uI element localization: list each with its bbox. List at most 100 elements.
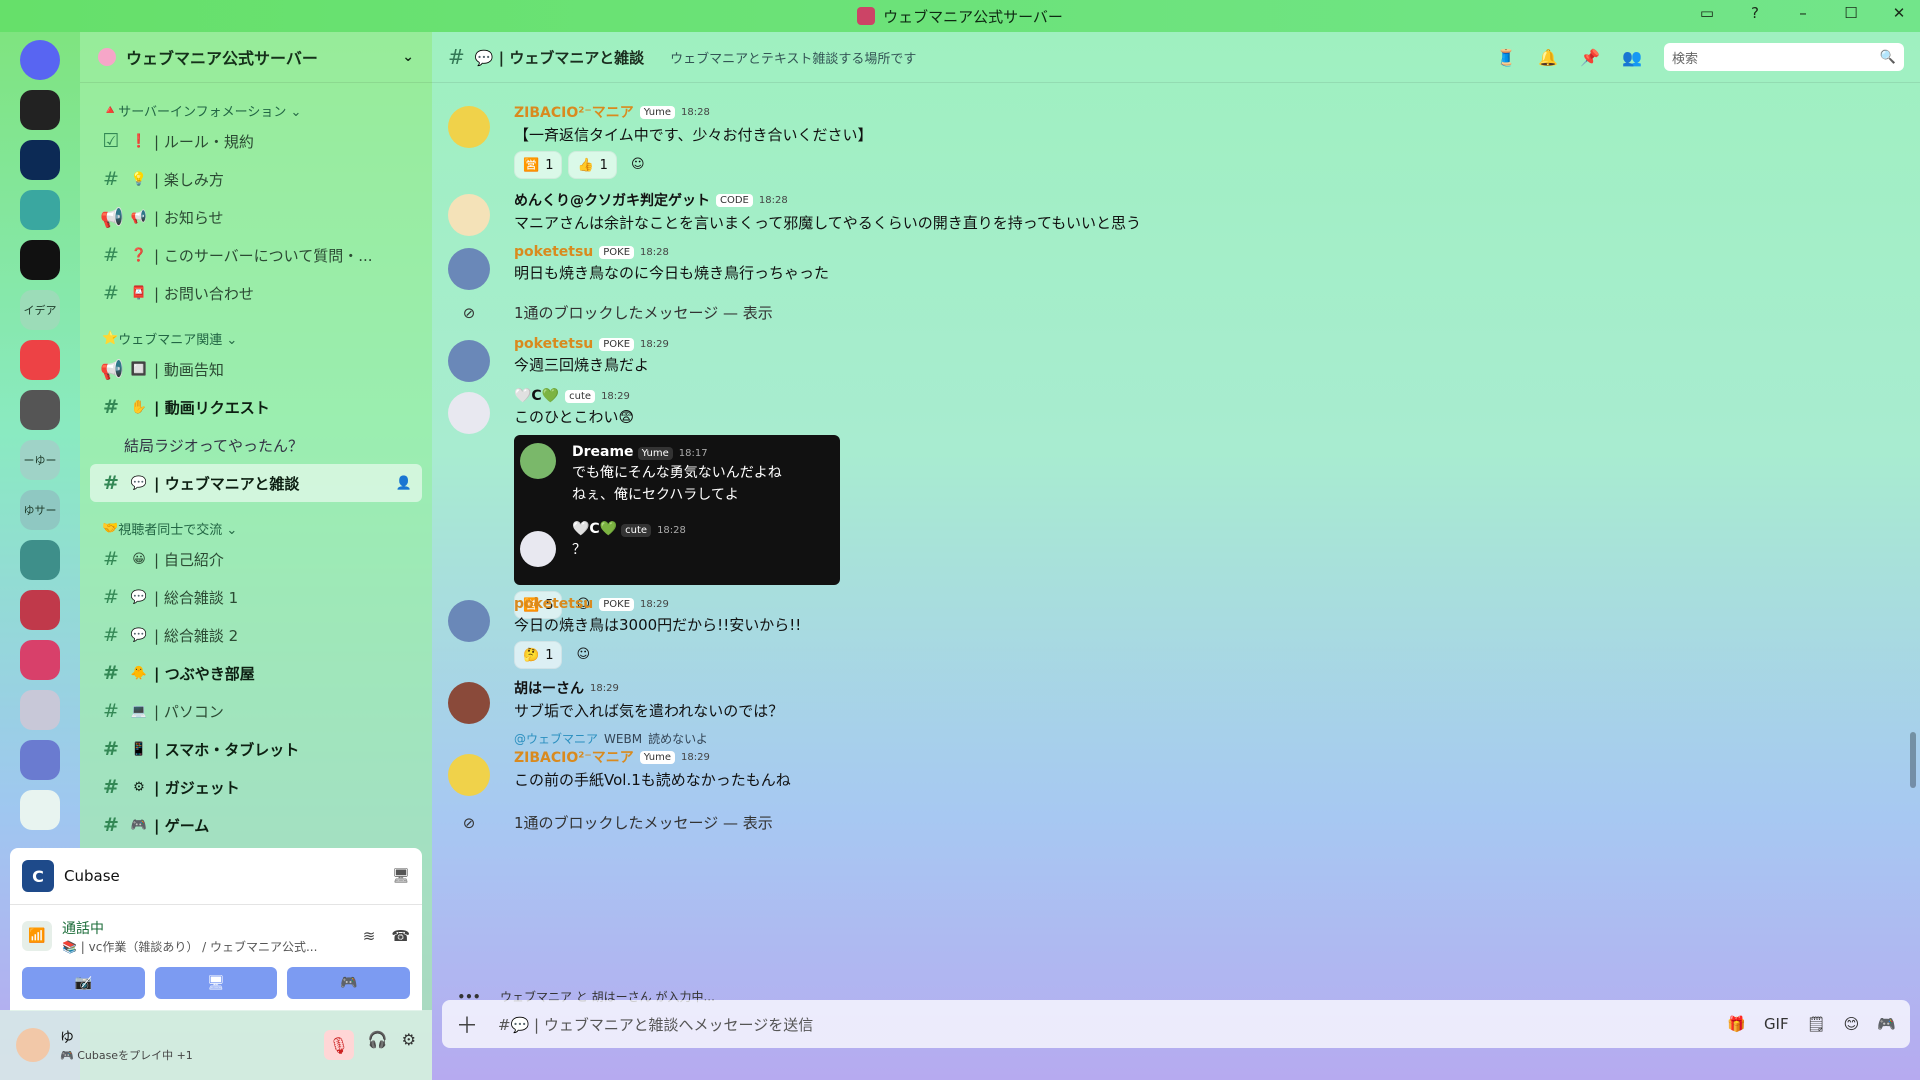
avatar[interactable] [448,754,490,796]
add-reaction-icon[interactable]: ☺ [568,641,598,667]
server-icon-3[interactable] [20,190,60,230]
add-reaction-icon[interactable]: ☺ [623,151,653,177]
member-list-icon[interactable]: 👥 [1622,48,1642,67]
avatar[interactable] [520,443,556,479]
notification-bell-icon[interactable]: 🔔 [1538,48,1558,67]
signal-icon[interactable]: 📶 [22,921,52,951]
channel-item[interactable]: # 💬 | 総合雑談 1 [90,578,422,616]
server-header[interactable]: ウェブマニア公式サーバー ⌄ [80,32,432,83]
message-username[interactable]: めんくり@クソガキ判定ゲット [514,190,710,210]
blocked-message-row[interactable]: ⊘ 1通のブロックしたメッセージ — 表示 [448,302,1904,323]
channel-item[interactable]: # ✋ | 動画リクエスト [90,388,422,426]
server-icon-10[interactable] [20,540,60,580]
message-composer[interactable]: ＋ #💬 | ウェブマニアと雑談へメッセージを送信 🎁 GIF 🗒 😊 🎮 [442,1000,1910,1048]
avatar[interactable] [448,106,490,148]
search-input[interactable]: 検索 🔍 [1664,43,1904,71]
blocked-text[interactable]: 1通のブロックしたメッセージ — 表示 [514,812,773,833]
gift-icon[interactable]: 🎁 [1727,1015,1746,1033]
avatar[interactable] [520,531,556,567]
avatar[interactable] [448,600,490,642]
disconnect-icon[interactable]: ☎ [391,927,410,945]
server-icon-1[interactable] [20,90,60,130]
server-icon-2[interactable] [20,140,60,180]
channel-item[interactable]: # 💬 | 総合雑談 2 [90,616,422,654]
channel-item[interactable]: 📢 📢 | お知らせ [90,198,422,236]
server-icon-15[interactable] [20,790,60,830]
server-icon-9[interactable]: ゆサー [20,490,60,530]
apps-icon[interactable]: 🎮 [1877,1015,1896,1033]
add-member-icon[interactable]: 👤 [396,476,412,491]
voice-channel-name[interactable]: 📚 | vc作業（雑談あり） / ウェブマニア公式... [62,938,317,955]
channel-item[interactable]: # 🎮 | ゲーム [90,806,422,844]
blocked-text[interactable]: 1通のブロックしたメッセージ — 表示 [514,302,773,323]
server-icon-7[interactable] [20,390,60,430]
category-header[interactable]: 🔺 サーバーインフォメーション ⌄ [80,98,432,122]
avatar[interactable] [448,248,490,290]
app-activity[interactable]: C Cubase 🖥 [10,848,422,905]
channel-item[interactable]: # 😀 | 自己紹介 [90,540,422,578]
scrollbar[interactable] [1910,732,1916,788]
close-button[interactable]: ✕ [1888,4,1910,22]
message-username[interactable]: poketetsu [514,596,593,612]
channel-item[interactable]: # 🐥 | つぶやき部屋 [90,654,422,692]
message-input[interactable]: #💬 | ウェブマニアと雑談へメッセージを送信 [498,1014,813,1035]
message-username[interactable]: poketetsu [514,336,593,352]
reaction-chip[interactable]: 🈺 1 [514,151,563,179]
server-icon-11[interactable] [20,590,60,630]
server-icon-13[interactable] [20,690,60,730]
emoji-icon[interactable]: 😊 [1844,1015,1860,1033]
message-username[interactable]: ZIBACIO²⁻マニア [514,747,634,767]
reaction-chip[interactable]: 👍 1 [568,151,617,179]
server-icon-0[interactable] [20,40,60,80]
channel-item[interactable]: # 💬 | ウェブマニアと雑談 👤 [90,464,422,502]
server-icon-14[interactable] [20,740,60,780]
activity-button[interactable]: 🎮 [287,967,411,999]
headphones-icon[interactable]: 🎧 [368,1030,388,1060]
channel-item[interactable]: # 💻 | パソコン [90,692,422,730]
channel-item[interactable]: ☑ ❗ | ルール・規約 [90,122,422,160]
channel-topic[interactable]: ウェブマニアとテキスト雑談する場所です [670,48,916,67]
reply-reference[interactable]: @ウェブマニア WEBM 読めないよ [514,730,1904,747]
pin-icon[interactable]: 📌 [1580,48,1600,67]
help-icon[interactable]: ? [1744,4,1766,22]
channel-item[interactable]: # ❓ | このサーバーについて質問・... [90,236,422,274]
avatar[interactable] [448,682,490,724]
channel-item[interactable]: 📢 🔲 | 動画告知 [90,350,422,388]
minimize-button[interactable]: – [1792,4,1814,22]
message-username[interactable]: 胡はーさん [514,678,584,698]
message-username[interactable]: 🤍C💚 [514,388,559,404]
category-header[interactable]: 🤝 視聴者同士で交流 ⌄ [80,516,432,540]
message-username[interactable]: poketetsu [514,244,593,260]
server-icon-12[interactable] [20,640,60,680]
screen-share-icon[interactable]: 🖥 [392,868,410,884]
attach-plus-icon[interactable]: ＋ [456,1008,482,1040]
avatar[interactable] [16,1028,50,1062]
camera-button[interactable]: 📷̸ [22,967,145,999]
channel-item[interactable]: # 📱 | スマホ・タブレット [90,730,422,768]
forwarded-embed[interactable]: Dreame Yume 18:17 でも俺にそんな勇気ないんだよね ねぇ、俺にセクハラし… [514,435,840,585]
server-icon-4[interactable] [20,240,60,280]
maximize-button[interactable]: ☐ [1840,4,1862,22]
channel-item[interactable]: # 📮 | お問い合わせ [90,274,422,312]
channel-item[interactable]: # ⚙ | ガジェット [90,768,422,806]
sticker-icon[interactable]: 🗒 [1807,1015,1826,1033]
category-header[interactable]: ⭐ ウェブマニア関連 ⌄ [80,326,432,350]
threads-icon[interactable]: 🧵 [1496,48,1516,67]
server-icon-5[interactable]: イデア [20,290,60,330]
reaction-chip[interactable]: 🤔 1 [514,641,563,669]
blocked-message-row[interactable]: ⊘ 1通のブロックしたメッセージ — 表示 [448,812,1904,833]
channel-item[interactable]: # 💡 | 楽しみ方 [90,160,422,198]
channel-item[interactable]: 結局ラジオってやったん？ [90,426,422,464]
avatar[interactable] [448,194,490,236]
gif-icon[interactable]: GIF [1764,1015,1789,1033]
server-icon-8[interactable]: ーゆー [20,440,60,480]
settings-gear-icon[interactable]: ⚙ [402,1030,416,1060]
server-icon-6[interactable] [20,340,60,380]
message-username[interactable]: ZIBACIO²⁻マニア [514,102,634,122]
avatar[interactable] [448,392,490,434]
inbox-icon[interactable]: ▭ [1696,4,1718,22]
avatar[interactable] [448,340,490,382]
chevron-down-icon[interactable]: ⌄ [402,49,414,65]
mute-mic-icon[interactable]: 🎙 [323,1030,354,1060]
reply-username[interactable]: @ウェブマニア [514,730,598,747]
